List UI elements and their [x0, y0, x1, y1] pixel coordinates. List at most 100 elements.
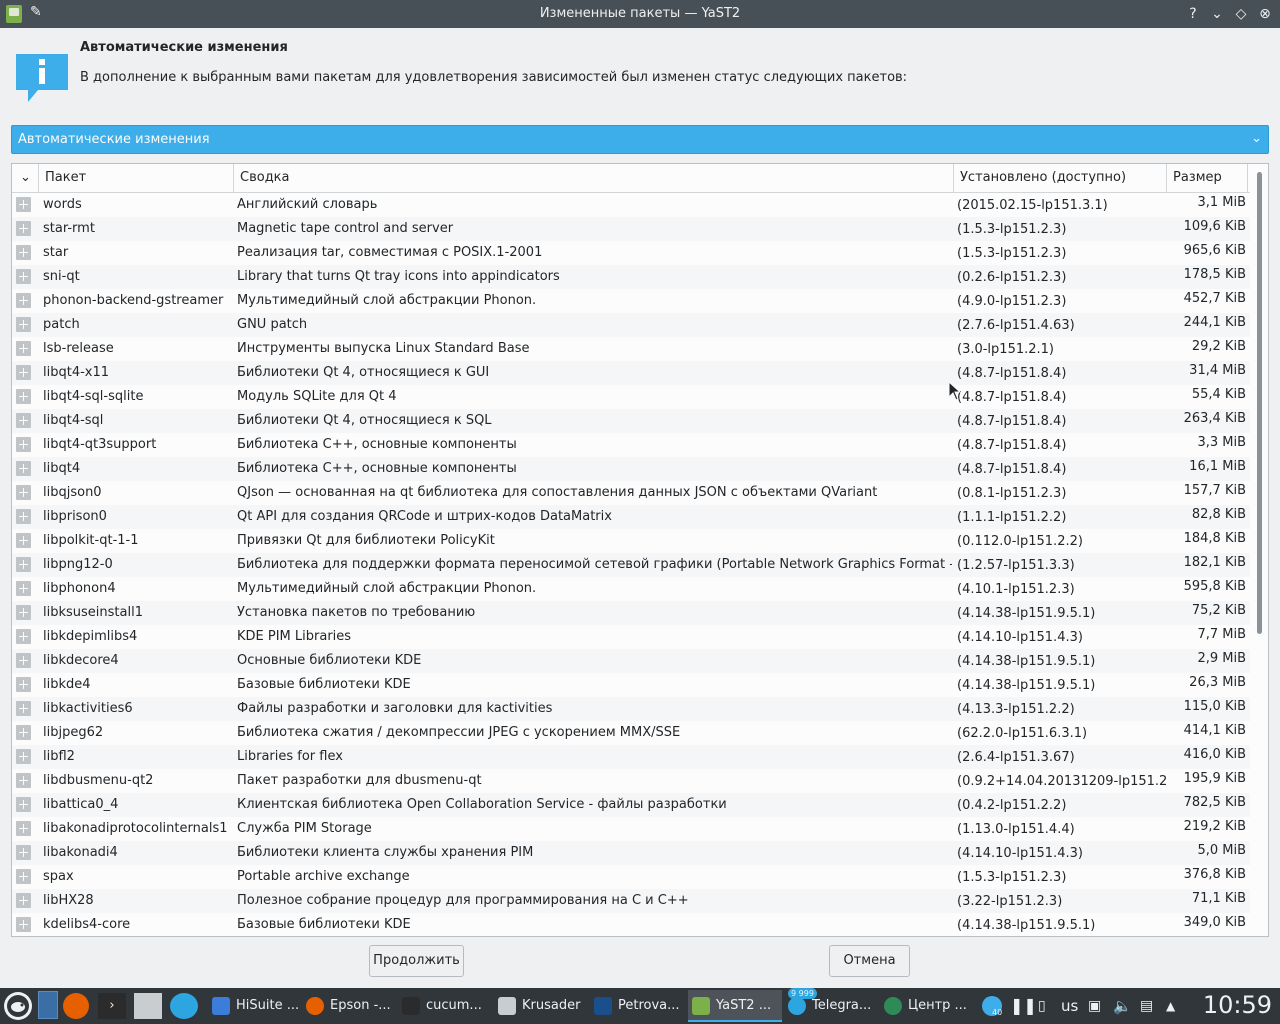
expand-icon[interactable]: [16, 773, 31, 788]
expand-icon[interactable]: [16, 293, 31, 308]
sort-chevron-icon[interactable]: ⌄: [12, 164, 39, 192]
expand-icon[interactable]: [16, 749, 31, 764]
taskbar-task[interactable]: Центр ...: [880, 990, 972, 1022]
volume-icon[interactable]: 🔈: [1113, 990, 1132, 1022]
table-row[interactable]: libattica0_4 Клиентская библиотека Open C…: [12, 793, 1250, 817]
expand-icon[interactable]: [16, 365, 31, 380]
column-size[interactable]: Размер: [1167, 164, 1248, 192]
expand-icon[interactable]: [16, 461, 31, 476]
expand-icon[interactable]: [16, 557, 31, 572]
table-row[interactable]: libqt4 Библиотека C++, основные компонент…: [12, 457, 1250, 481]
table-row[interactable]: star Реализация tar, совместимая с POSIX.…: [12, 241, 1250, 265]
table-row[interactable]: words Английский словарь (2015.02.15-lp151…: [12, 193, 1250, 217]
column-installed[interactable]: Установлено (доступно): [954, 164, 1167, 192]
expand-icon[interactable]: [16, 677, 31, 692]
column-summary[interactable]: Сводка: [234, 164, 954, 192]
help-button[interactable]: ?: [1183, 4, 1203, 24]
column-package[interactable]: Пакет: [39, 164, 234, 192]
desktop-pager-icon[interactable]: [38, 991, 58, 1019]
table-row[interactable]: libfl2 Libraries for flex (2.6.4-lp151.3.6…: [12, 745, 1250, 769]
expand-icon[interactable]: [16, 605, 31, 620]
expand-icon[interactable]: [16, 413, 31, 428]
continue-button[interactable]: Продолжить: [369, 945, 464, 977]
expand-icon[interactable]: [16, 917, 31, 932]
table-row[interactable]: libqt4-x11 Библиотеки Qt 4, относящиеся к…: [12, 361, 1250, 385]
table-row[interactable]: phonon-backend-gstreamer Мультимедийный с…: [12, 289, 1250, 313]
expand-icon[interactable]: [16, 629, 31, 644]
telegram-launcher-icon[interactable]: [170, 993, 198, 1019]
table-row[interactable]: libakonadiprotocolinternals1 Служба PIM S…: [12, 817, 1250, 841]
expand-icon[interactable]: [16, 821, 31, 836]
view-combobox[interactable]: Автоматические изменения ⌄: [11, 125, 1269, 154]
expand-icon[interactable]: [16, 893, 31, 908]
pause-icon[interactable]: ❚❚: [1010, 990, 1037, 1022]
table-row[interactable]: libqjson0 QJson — основанная на qt библио…: [12, 481, 1250, 505]
expand-icon[interactable]: [16, 533, 31, 548]
scrollbar-thumb[interactable]: [1257, 172, 1262, 634]
taskbar-task[interactable]: Epson -...: [302, 990, 396, 1022]
expand-icon[interactable]: [16, 581, 31, 596]
table-row[interactable]: kdelibs4-core Базовые библиотеки KDE (4.14…: [12, 913, 1250, 936]
taskbar-task[interactable]: HiSuite ...: [208, 990, 300, 1022]
table-row[interactable]: libqt4-sql Библиотеки Qt 4, относящиеся к…: [12, 409, 1250, 433]
table-row[interactable]: star-rmt Magnetic tape control and server…: [12, 217, 1250, 241]
taskbar-task[interactable]: Petrova...: [590, 990, 686, 1022]
table-row[interactable]: libkdecore4 Основные библиотеки KDE (4.14.…: [12, 649, 1250, 673]
table-row[interactable]: libksuseinstall1 Установка пакетов по тре…: [12, 601, 1250, 625]
expand-icon[interactable]: [16, 317, 31, 332]
table-row[interactable]: libpng12-0 Библиотека для поддержки форма…: [12, 553, 1250, 577]
expand-icon[interactable]: [16, 245, 31, 260]
cancel-button[interactable]: Отмена: [829, 945, 910, 977]
firefox-launcher-icon[interactable]: [63, 993, 89, 1019]
packages-table[interactable]: ⌄ Пакет Сводка Установлено (доступно) Ра…: [11, 163, 1269, 937]
table-row[interactable]: libqt4-sql-sqlite Модуль SQLite для Qt 4 (…: [12, 385, 1250, 409]
expand-icon[interactable]: [16, 197, 31, 212]
table-row[interactable]: sni-qt Library that turns Qt tray icons i…: [12, 265, 1250, 289]
tray-expand-icon[interactable]: ▲: [1166, 990, 1175, 1022]
expand-icon[interactable]: [16, 701, 31, 716]
table-row[interactable]: lsb-release Инструменты выпуска Linux Sta…: [12, 337, 1250, 361]
table-row[interactable]: libdbusmenu-qt2 Пакет разработки для dbus…: [12, 769, 1250, 793]
expand-icon[interactable]: [16, 485, 31, 500]
close-button[interactable]: ⊗: [1255, 4, 1275, 24]
keyboard-layout[interactable]: us: [1061, 990, 1078, 1022]
minimize-button[interactable]: ⌄: [1207, 4, 1227, 24]
table-row[interactable]: libpolkit-qt-1-1 Привязки Qt для библиоте…: [12, 529, 1250, 553]
table-row[interactable]: spax Portable archive exchange (1.5.3-lp15…: [12, 865, 1250, 889]
table-row[interactable]: patch GNU patch (2.7.6-lp151.4.63) 244,1 Ki…: [12, 313, 1250, 337]
table-row[interactable]: libHX28 Полезное собрание процедур для пр…: [12, 889, 1250, 913]
clipboard-icon[interactable]: ▤: [1140, 990, 1153, 1022]
expand-icon[interactable]: [16, 725, 31, 740]
table-row[interactable]: libkde4 Базовые библиотеки KDE (4.14.38-lp…: [12, 673, 1250, 697]
expand-icon[interactable]: [16, 221, 31, 236]
krusader-launcher-icon[interactable]: [134, 993, 162, 1019]
expand-icon[interactable]: [16, 797, 31, 812]
taskbar-task[interactable]: YaST2 ...: [688, 990, 782, 1022]
table-row[interactable]: libqt4-qt3support Библиотека C++, основны…: [12, 433, 1250, 457]
package-summary: Библиотека для поддержки формата перенос…: [237, 557, 952, 572]
table-row[interactable]: libjpeg62 Библиотека сжатия / декомпресси…: [12, 721, 1250, 745]
vertical-scrollbar[interactable]: [1250, 164, 1268, 936]
table-row[interactable]: libprison0 Qt API для создания QRCode и ш…: [12, 505, 1250, 529]
expand-icon[interactable]: [16, 869, 31, 884]
table-row[interactable]: libkactivities6 Файлы разработки и заголо…: [12, 697, 1250, 721]
table-row[interactable]: libkdepimlibs4 KDE PIM Libraries (4.14.10-…: [12, 625, 1250, 649]
application-launcher-icon[interactable]: [2, 990, 34, 1022]
expand-icon[interactable]: [16, 389, 31, 404]
expand-icon[interactable]: [16, 653, 31, 668]
maximize-button[interactable]: ◇: [1231, 4, 1251, 24]
clock[interactable]: 10:59: [1203, 991, 1272, 1019]
table-row[interactable]: libphonon4 Мультимедийный слой абстракции…: [12, 577, 1250, 601]
expand-icon[interactable]: [16, 341, 31, 356]
terminal-launcher-icon[interactable]: ›: [98, 993, 126, 1019]
taskbar-task[interactable]: cucum...: [398, 990, 492, 1022]
table-row[interactable]: libakonadi4 Библиотеки клиента службы хра…: [12, 841, 1250, 865]
window-titlebar[interactable]: ✎ Измененные пакеты — YaST2 ? ⌄ ◇ ⊗: [0, 0, 1280, 28]
expand-icon[interactable]: [16, 509, 31, 524]
taskbar-task[interactable]: Krusader: [494, 990, 588, 1022]
network-icon[interactable]: ▣: [1088, 990, 1101, 1022]
expand-icon[interactable]: [16, 269, 31, 284]
usb-icon[interactable]: ▯: [1038, 990, 1046, 1022]
expand-icon[interactable]: [16, 845, 31, 860]
expand-icon[interactable]: [16, 437, 31, 452]
